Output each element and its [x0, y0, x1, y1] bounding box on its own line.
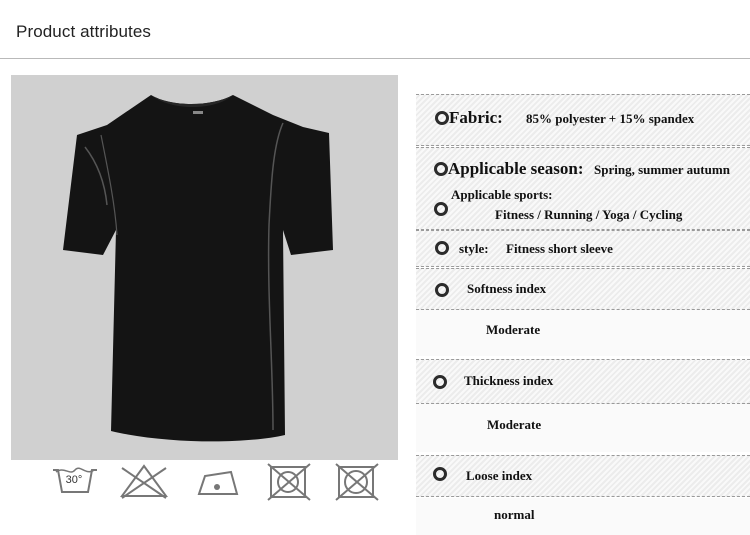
- t-shirt-illustration: [63, 95, 333, 442]
- thickness-label: Thickness index: [464, 373, 554, 388]
- attribute-softness-row: Softness index: [416, 268, 750, 310]
- bullet-icon: [434, 202, 448, 216]
- section-header: Product attributes: [0, 0, 750, 59]
- loose-label: Loose index: [466, 468, 533, 483]
- bullet-icon: [434, 162, 448, 176]
- fabric-value: 85% polyester + 15% spandex: [526, 111, 695, 126]
- softness-value: Moderate: [486, 322, 541, 337]
- bullet-icon: [435, 111, 449, 125]
- softness-value-row: Moderate: [416, 310, 750, 356]
- thickness-value: Moderate: [487, 417, 542, 432]
- attribute-fabric-row: Fabric: 85% polyester + 15% spandex: [416, 94, 750, 146]
- loose-value-row: normal: [416, 498, 750, 535]
- product-image: [11, 75, 398, 460]
- attribute-style-row: style: Fitness short sleeve: [416, 230, 750, 267]
- loose-value: normal: [494, 507, 535, 522]
- no-bleach-icon: [118, 462, 170, 502]
- wash-30-icon: 30°: [50, 462, 100, 502]
- iron-icon: [195, 462, 245, 502]
- bullet-icon: [433, 467, 447, 481]
- attribute-loose-row: Loose index: [416, 455, 750, 497]
- section-title: Product attributes: [16, 22, 152, 41]
- sports-value: Fitness / Running / Yoga / Cycling: [495, 207, 683, 222]
- attribute-thickness-row: Thickness index: [416, 359, 750, 404]
- no-dry-clean-icon: [334, 462, 380, 502]
- thickness-value-row: Moderate: [416, 404, 750, 452]
- no-tumble-dry-icon: [266, 462, 312, 502]
- bullet-icon: [433, 375, 447, 389]
- season-label: Applicable season:: [448, 159, 584, 178]
- attribute-season-row: Applicable season: Spring, summer autumn…: [416, 147, 750, 230]
- wash-temperature: 30°: [65, 474, 83, 486]
- bullet-icon: [435, 283, 449, 297]
- bullet-icon: [435, 241, 449, 255]
- style-value: Fitness short sleeve: [506, 241, 613, 256]
- fabric-label: Fabric:: [449, 108, 503, 127]
- season-value: Spring, summer autumn: [594, 162, 730, 177]
- softness-label: Softness index: [467, 281, 547, 296]
- style-label: style:: [459, 241, 489, 256]
- sports-label: Applicable sports:: [451, 187, 553, 202]
